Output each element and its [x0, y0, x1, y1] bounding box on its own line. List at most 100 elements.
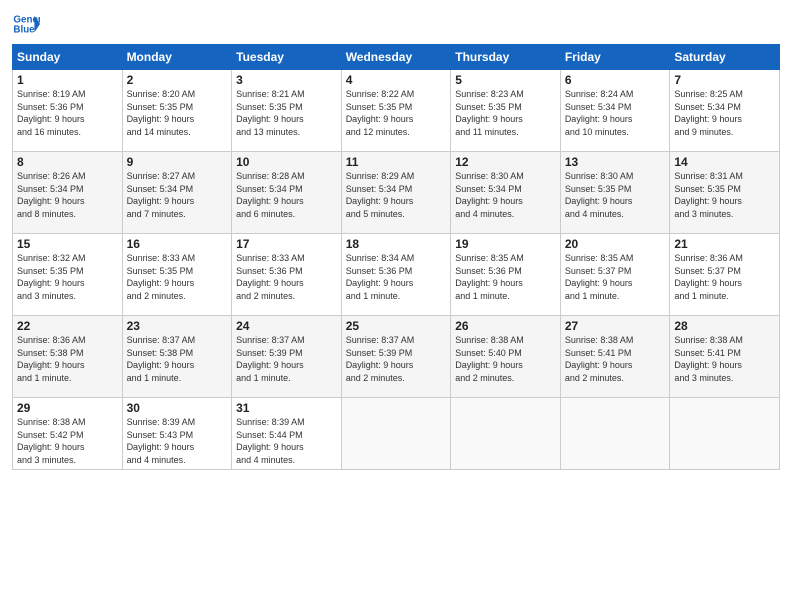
- day-info: Sunrise: 8:38 AMSunset: 5:41 PMDaylight:…: [674, 334, 775, 384]
- day-number: 29: [17, 401, 118, 415]
- day-number: 22: [17, 319, 118, 333]
- day-number: 26: [455, 319, 556, 333]
- weekday-header: Monday: [122, 45, 232, 70]
- calendar-cell: 4Sunrise: 8:22 AMSunset: 5:35 PMDaylight…: [341, 70, 451, 152]
- calendar-cell: 28Sunrise: 8:38 AMSunset: 5:41 PMDayligh…: [670, 316, 780, 398]
- day-info: Sunrise: 8:19 AMSunset: 5:36 PMDaylight:…: [17, 88, 118, 138]
- day-number: 14: [674, 155, 775, 169]
- logo-icon: General Blue: [12, 10, 40, 38]
- day-number: 10: [236, 155, 337, 169]
- calendar-cell: 22Sunrise: 8:36 AMSunset: 5:38 PMDayligh…: [13, 316, 123, 398]
- calendar-cell: 27Sunrise: 8:38 AMSunset: 5:41 PMDayligh…: [560, 316, 670, 398]
- day-info: Sunrise: 8:20 AMSunset: 5:35 PMDaylight:…: [127, 88, 228, 138]
- calendar-header-row: SundayMondayTuesdayWednesdayThursdayFrid…: [13, 45, 780, 70]
- day-info: Sunrise: 8:39 AMSunset: 5:44 PMDaylight:…: [236, 416, 337, 466]
- day-info: Sunrise: 8:34 AMSunset: 5:36 PMDaylight:…: [346, 252, 447, 302]
- header: General Blue: [12, 10, 780, 38]
- calendar-cell: 12Sunrise: 8:30 AMSunset: 5:34 PMDayligh…: [451, 152, 561, 234]
- calendar-cell: 31Sunrise: 8:39 AMSunset: 5:44 PMDayligh…: [232, 398, 342, 470]
- calendar-cell: [560, 398, 670, 470]
- day-info: Sunrise: 8:28 AMSunset: 5:34 PMDaylight:…: [236, 170, 337, 220]
- day-number: 15: [17, 237, 118, 251]
- calendar-week-row: 8Sunrise: 8:26 AMSunset: 5:34 PMDaylight…: [13, 152, 780, 234]
- day-info: Sunrise: 8:31 AMSunset: 5:35 PMDaylight:…: [674, 170, 775, 220]
- calendar-cell: 26Sunrise: 8:38 AMSunset: 5:40 PMDayligh…: [451, 316, 561, 398]
- day-number: 8: [17, 155, 118, 169]
- day-info: Sunrise: 8:23 AMSunset: 5:35 PMDaylight:…: [455, 88, 556, 138]
- calendar-cell: 20Sunrise: 8:35 AMSunset: 5:37 PMDayligh…: [560, 234, 670, 316]
- calendar-cell: 14Sunrise: 8:31 AMSunset: 5:35 PMDayligh…: [670, 152, 780, 234]
- calendar-week-row: 15Sunrise: 8:32 AMSunset: 5:35 PMDayligh…: [13, 234, 780, 316]
- day-number: 27: [565, 319, 666, 333]
- weekday-header: Sunday: [13, 45, 123, 70]
- calendar-cell: [451, 398, 561, 470]
- calendar-cell: 23Sunrise: 8:37 AMSunset: 5:38 PMDayligh…: [122, 316, 232, 398]
- calendar-cell: 11Sunrise: 8:29 AMSunset: 5:34 PMDayligh…: [341, 152, 451, 234]
- day-info: Sunrise: 8:26 AMSunset: 5:34 PMDaylight:…: [17, 170, 118, 220]
- calendar-cell: 8Sunrise: 8:26 AMSunset: 5:34 PMDaylight…: [13, 152, 123, 234]
- day-info: Sunrise: 8:25 AMSunset: 5:34 PMDaylight:…: [674, 88, 775, 138]
- day-number: 11: [346, 155, 447, 169]
- day-info: Sunrise: 8:27 AMSunset: 5:34 PMDaylight:…: [127, 170, 228, 220]
- day-info: Sunrise: 8:35 AMSunset: 5:36 PMDaylight:…: [455, 252, 556, 302]
- calendar-cell: [341, 398, 451, 470]
- calendar-cell: 17Sunrise: 8:33 AMSunset: 5:36 PMDayligh…: [232, 234, 342, 316]
- day-info: Sunrise: 8:38 AMSunset: 5:40 PMDaylight:…: [455, 334, 556, 384]
- calendar-cell: 5Sunrise: 8:23 AMSunset: 5:35 PMDaylight…: [451, 70, 561, 152]
- weekday-header: Saturday: [670, 45, 780, 70]
- weekday-header: Thursday: [451, 45, 561, 70]
- calendar-cell: 13Sunrise: 8:30 AMSunset: 5:35 PMDayligh…: [560, 152, 670, 234]
- day-info: Sunrise: 8:33 AMSunset: 5:35 PMDaylight:…: [127, 252, 228, 302]
- day-number: 9: [127, 155, 228, 169]
- day-number: 19: [455, 237, 556, 251]
- calendar-week-row: 29Sunrise: 8:38 AMSunset: 5:42 PMDayligh…: [13, 398, 780, 470]
- calendar-cell: 29Sunrise: 8:38 AMSunset: 5:42 PMDayligh…: [13, 398, 123, 470]
- svg-text:Blue: Blue: [13, 24, 35, 35]
- day-number: 12: [455, 155, 556, 169]
- calendar-cell: 19Sunrise: 8:35 AMSunset: 5:36 PMDayligh…: [451, 234, 561, 316]
- day-number: 2: [127, 73, 228, 87]
- day-info: Sunrise: 8:30 AMSunset: 5:34 PMDaylight:…: [455, 170, 556, 220]
- day-number: 4: [346, 73, 447, 87]
- day-info: Sunrise: 8:21 AMSunset: 5:35 PMDaylight:…: [236, 88, 337, 138]
- calendar-cell: 18Sunrise: 8:34 AMSunset: 5:36 PMDayligh…: [341, 234, 451, 316]
- day-number: 31: [236, 401, 337, 415]
- day-number: 16: [127, 237, 228, 251]
- calendar-cell: 1Sunrise: 8:19 AMSunset: 5:36 PMDaylight…: [13, 70, 123, 152]
- calendar-cell: 16Sunrise: 8:33 AMSunset: 5:35 PMDayligh…: [122, 234, 232, 316]
- calendar-cell: 25Sunrise: 8:37 AMSunset: 5:39 PMDayligh…: [341, 316, 451, 398]
- day-info: Sunrise: 8:38 AMSunset: 5:41 PMDaylight:…: [565, 334, 666, 384]
- day-info: Sunrise: 8:24 AMSunset: 5:34 PMDaylight:…: [565, 88, 666, 138]
- day-number: 18: [346, 237, 447, 251]
- day-info: Sunrise: 8:35 AMSunset: 5:37 PMDaylight:…: [565, 252, 666, 302]
- day-number: 5: [455, 73, 556, 87]
- day-number: 20: [565, 237, 666, 251]
- calendar-cell: 2Sunrise: 8:20 AMSunset: 5:35 PMDaylight…: [122, 70, 232, 152]
- day-info: Sunrise: 8:32 AMSunset: 5:35 PMDaylight:…: [17, 252, 118, 302]
- day-info: Sunrise: 8:30 AMSunset: 5:35 PMDaylight:…: [565, 170, 666, 220]
- day-number: 30: [127, 401, 228, 415]
- day-info: Sunrise: 8:36 AMSunset: 5:38 PMDaylight:…: [17, 334, 118, 384]
- calendar-week-row: 22Sunrise: 8:36 AMSunset: 5:38 PMDayligh…: [13, 316, 780, 398]
- calendar-cell: 3Sunrise: 8:21 AMSunset: 5:35 PMDaylight…: [232, 70, 342, 152]
- weekday-header: Tuesday: [232, 45, 342, 70]
- calendar-cell: 30Sunrise: 8:39 AMSunset: 5:43 PMDayligh…: [122, 398, 232, 470]
- calendar-table: SundayMondayTuesdayWednesdayThursdayFrid…: [12, 44, 780, 470]
- day-number: 1: [17, 73, 118, 87]
- day-number: 3: [236, 73, 337, 87]
- day-info: Sunrise: 8:37 AMSunset: 5:38 PMDaylight:…: [127, 334, 228, 384]
- page-container: General Blue SundayMondayTuesdayWednesda…: [0, 0, 792, 612]
- calendar-cell: 24Sunrise: 8:37 AMSunset: 5:39 PMDayligh…: [232, 316, 342, 398]
- calendar-cell: 15Sunrise: 8:32 AMSunset: 5:35 PMDayligh…: [13, 234, 123, 316]
- day-number: 28: [674, 319, 775, 333]
- calendar-cell: 6Sunrise: 8:24 AMSunset: 5:34 PMDaylight…: [560, 70, 670, 152]
- day-number: 23: [127, 319, 228, 333]
- day-info: Sunrise: 8:39 AMSunset: 5:43 PMDaylight:…: [127, 416, 228, 466]
- day-info: Sunrise: 8:37 AMSunset: 5:39 PMDaylight:…: [346, 334, 447, 384]
- calendar-cell: 7Sunrise: 8:25 AMSunset: 5:34 PMDaylight…: [670, 70, 780, 152]
- day-number: 25: [346, 319, 447, 333]
- day-info: Sunrise: 8:38 AMSunset: 5:42 PMDaylight:…: [17, 416, 118, 466]
- weekday-header: Friday: [560, 45, 670, 70]
- calendar-cell: 9Sunrise: 8:27 AMSunset: 5:34 PMDaylight…: [122, 152, 232, 234]
- day-number: 21: [674, 237, 775, 251]
